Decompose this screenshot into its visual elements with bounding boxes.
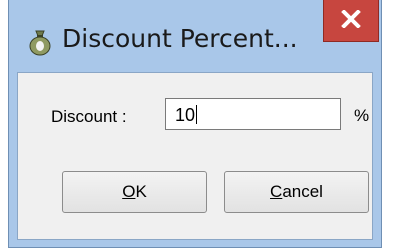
cancel-button[interactable]: Cancel (224, 171, 369, 213)
ok-label: K (135, 182, 147, 201)
discount-label: Discount : (51, 107, 127, 126)
cancel-mnemonic: C (270, 182, 283, 201)
discount-input[interactable]: 10 (165, 98, 341, 130)
cancel-label: ancel (282, 182, 323, 201)
dialog-body: Discount : 10 % OK Cancel (17, 72, 373, 240)
text-caret (196, 105, 198, 124)
discount-dialog: Discount Percent... Discount : 10 % OK C… (8, 0, 382, 248)
money-bag-icon (28, 28, 52, 56)
title-bar[interactable]: Discount Percent... (9, 0, 381, 72)
percent-unit: % (354, 106, 370, 125)
discount-value: 10 (175, 105, 196, 125)
window-title: Discount Percent... (62, 24, 298, 53)
close-icon (341, 8, 361, 32)
ok-mnemonic: O (122, 182, 136, 201)
ok-button[interactable]: OK (62, 171, 207, 213)
close-button[interactable] (323, 0, 379, 42)
